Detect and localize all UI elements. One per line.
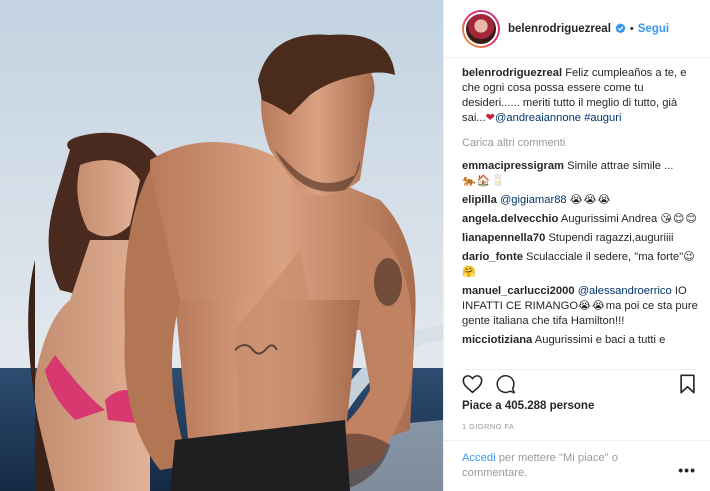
add-comment-section: Accedi per mettere "Mi piace" o commenta… [444,440,710,491]
caption-username[interactable]: belenrodriguezreal [462,67,562,79]
comment-mention[interactable]: @alessandroerrico [578,285,672,297]
comment-text: Augurissimi e baci a tutti e [534,334,666,346]
comment-text: Stupendi ragazzi,auguriiii [548,232,674,244]
comment-username[interactable]: micciotiziana [462,334,532,346]
caption-mention[interactable]: @andreaiannone [495,112,581,124]
post-actions [462,369,696,395]
likes-count[interactable]: Piace a 405.288 persone [462,400,594,412]
comment-text: Simile attrae simile ... [567,160,674,172]
post-photo[interactable] [0,0,443,491]
login-link[interactable]: Accedi [462,452,496,464]
comment-item: angela.delvecchio Augurissimi Andrea 😘😊😊 [462,212,702,227]
comment-text: Sculacciale il sedere, "ma forte" [526,251,684,263]
comment-mention[interactable]: @gigiamar88 [500,194,567,206]
heart-icon[interactable] [462,374,483,394]
comment-icon[interactable] [495,374,516,394]
comment-emoji: 😭😭 [578,300,606,312]
comment-item: dario_fonte Sculacciale il sedere, "ma f… [462,250,702,280]
verified-badge-icon [615,23,626,34]
post-date[interactable]: 1 GIORNO FA [462,422,514,431]
comment-item: elipilla @gigiamar88 😭😭😭 [462,193,702,208]
comments-list[interactable]: belenrodriguezreal Feliz cumpleaños a te… [462,66,702,366]
comment-emoji: 😭😭😭 [569,194,612,206]
comment-item: micciotiziana Augurissimi e baci a tutti… [462,333,702,348]
comment-username[interactable]: angela.delvecchio [462,213,558,225]
comment-username[interactable]: emmacipressigram [462,160,564,172]
caption-hashtag[interactable]: #auguri [584,112,621,124]
comment-emoji: 🐅🏠🥛 [462,175,507,187]
post-caption: belenrodriguezreal Feliz cumpleaños a te… [462,66,702,126]
more-options-icon[interactable]: ••• [678,462,696,478]
header-separator: • [629,22,634,35]
load-more-comments[interactable]: Carica altri commenti [462,136,702,151]
comment-username[interactable]: lianapennella70 [462,232,545,244]
comment-text: Augurissimi Andrea [560,213,658,225]
username-link[interactable]: belenrodriguezreal [508,23,611,35]
post-image [0,0,443,491]
bookmark-icon[interactable] [679,374,696,394]
comment-item: emmacipressigram Simile attrae simile ..… [462,159,702,189]
comment-username[interactable]: manuel_carlucci2000 [462,285,575,297]
post-header: belenrodriguezreal • Segui [444,0,710,58]
comment-emoji: 😘😊😊 [660,213,698,225]
comment-item: lianapennella70 Stupendi ragazzi,augurii… [462,231,702,246]
follow-button[interactable]: Segui [638,23,669,35]
avatar-image [464,11,498,46]
comment-username[interactable]: dario_fonte [462,251,523,263]
comment-item: manuel_carlucci2000 @alessandroerrico IO… [462,284,702,329]
post-sidebar: belenrodriguezreal • Segui belenrodrigue… [443,0,710,491]
caption-emoji: ❤ [485,112,496,124]
instagram-post: belenrodriguezreal • Segui belenrodrigue… [0,0,710,491]
avatar[interactable] [462,9,500,48]
comment-username[interactable]: elipilla [462,194,497,206]
